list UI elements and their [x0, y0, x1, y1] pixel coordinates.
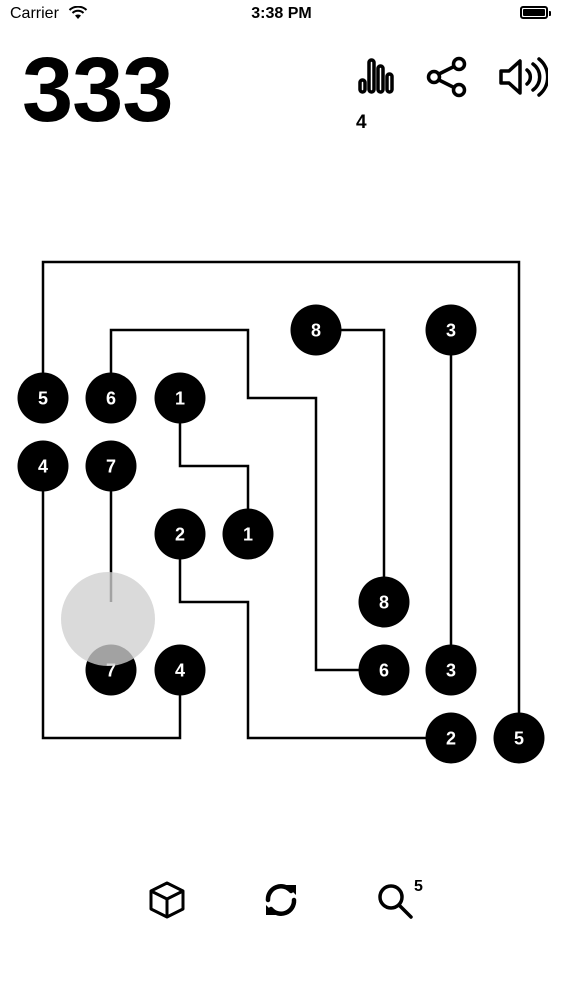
board-nodes: 8 35 6 14 72 187 4 6 32 5: [17, 304, 545, 764]
node-label: 3: [446, 661, 456, 681]
board-node[interactable]: 6: [358, 644, 410, 696]
board-node[interactable]: 4: [17, 440, 69, 492]
board-node[interactable]: 3: [425, 644, 477, 696]
node-label: 4: [38, 457, 48, 477]
node-label: 5: [38, 389, 48, 409]
board-node[interactable]: 1: [222, 508, 274, 560]
cube-icon[interactable]: [148, 880, 186, 920]
board-node[interactable]: 2: [425, 712, 477, 764]
board-node[interactable]: 7: [85, 440, 137, 492]
game-board[interactable]: 8 35 6 14 72 187 4 6 32 5: [0, 0, 563, 1000]
node-label: 6: [379, 661, 389, 681]
board-node[interactable]: 1: [154, 372, 206, 424]
hint-count: 5: [414, 878, 423, 895]
node-label: 2: [175, 525, 185, 545]
board-node[interactable]: 5: [493, 712, 545, 764]
node-label: 4: [175, 661, 185, 681]
board-node[interactable]: 5: [17, 372, 69, 424]
touch-cursor: [61, 572, 155, 666]
refresh-icon[interactable]: [262, 880, 300, 920]
node-label: 2: [446, 729, 456, 749]
board-node[interactable]: 8: [290, 304, 342, 356]
board-node[interactable]: 2: [154, 508, 206, 560]
node-label: 1: [175, 389, 185, 409]
node-label: 3: [446, 321, 456, 341]
magnifier-icon[interactable]: [376, 880, 416, 922]
node-label: 8: [311, 321, 321, 341]
board-node[interactable]: 3: [425, 304, 477, 356]
board-node[interactable]: 6: [85, 372, 137, 424]
node-label: 7: [106, 457, 116, 477]
node-label: 1: [243, 525, 253, 545]
path-8: [316, 328, 386, 602]
node-label: 8: [379, 593, 389, 613]
node-label: 5: [514, 729, 524, 749]
board-node[interactable]: 4: [154, 644, 206, 696]
board-node[interactable]: 8: [358, 576, 410, 628]
node-label: 6: [106, 389, 116, 409]
